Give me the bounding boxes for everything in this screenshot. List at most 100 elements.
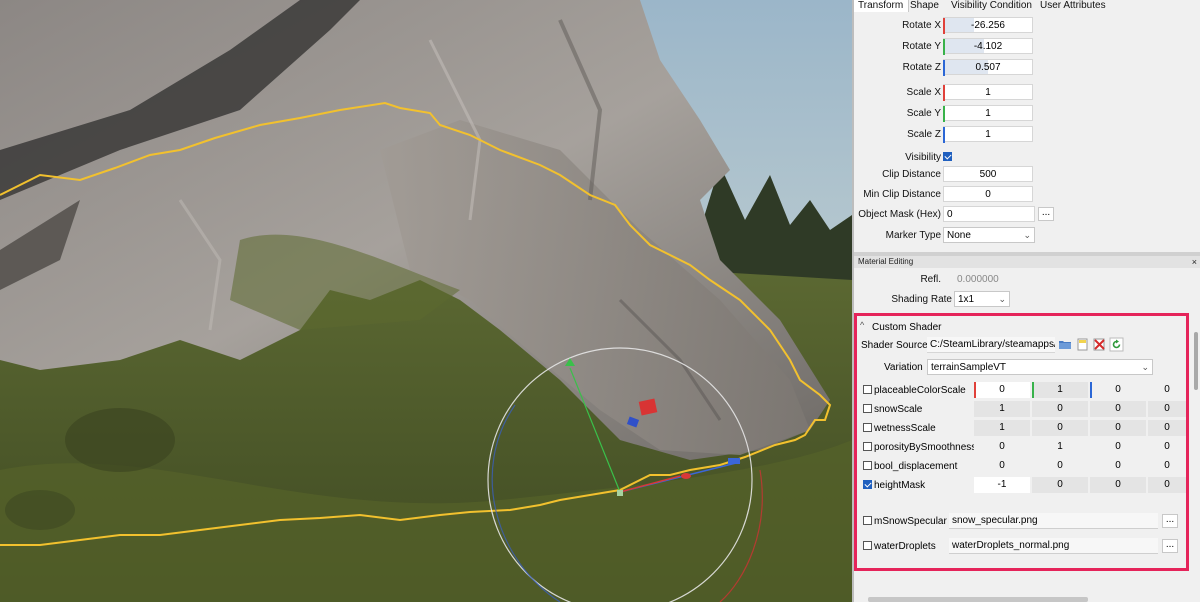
- object-mask-label: Object Mask (Hex): [858, 209, 941, 220]
- tab-visibility-condition[interactable]: Visibility Condition: [951, 0, 1032, 12]
- material-scrollbar[interactable]: [1193, 332, 1200, 602]
- shader-source-field[interactable]: C:/SteamLibrary/steamapps/comm: [927, 337, 1055, 353]
- param-value-z[interactable]: 0: [1090, 420, 1146, 436]
- param-value-y[interactable]: 0: [1032, 458, 1088, 474]
- scale-z-row: Scale Z 1: [854, 126, 1200, 144]
- param-value-z[interactable]: 0: [1090, 458, 1146, 474]
- min-clip-distance-label: Min Clip Distance: [863, 189, 941, 200]
- tab-transform[interactable]: Transform: [854, 0, 909, 12]
- param-value-text: 0: [1164, 441, 1170, 452]
- param-name: wetnessScale: [874, 423, 936, 434]
- param-value-y[interactable]: 1: [1032, 439, 1088, 455]
- param-value-z[interactable]: 0: [1090, 439, 1146, 455]
- texture-file-field[interactable]: snow_specular.png: [949, 513, 1158, 529]
- tab-user-attributes[interactable]: User Attributes: [1040, 0, 1106, 12]
- param-value-x[interactable]: 1: [974, 401, 1030, 417]
- object-mask-browse-button[interactable]: ...: [1038, 207, 1054, 221]
- texture-checkbox[interactable]: [863, 516, 872, 525]
- param-value-z[interactable]: 0: [1090, 401, 1146, 417]
- axis-z-marker: [943, 60, 945, 76]
- marker-type-value: None: [947, 230, 971, 241]
- param-value-z[interactable]: 0: [1090, 382, 1146, 398]
- param-value-text: 0: [1164, 384, 1170, 395]
- param-checkbox[interactable]: [863, 385, 872, 394]
- custom-shader-section: ^ Custom Shader Shader Source C:/SteamLi…: [854, 313, 1189, 571]
- tab-shape[interactable]: Shape: [910, 0, 939, 12]
- refresh-icon[interactable]: [1109, 337, 1124, 352]
- chevron-down-icon: ⌄: [1023, 230, 1031, 240]
- param-checkbox[interactable]: [863, 461, 872, 470]
- clip-distance-field[interactable]: 500: [943, 166, 1033, 182]
- marker-type-dropdown[interactable]: None ⌄: [943, 227, 1035, 243]
- scale-z-field[interactable]: 1: [943, 126, 1033, 143]
- refl-row: Refl. 0.000000: [854, 271, 1200, 289]
- param-value-y[interactable]: 1: [1032, 382, 1088, 398]
- param-value-text: 0: [1164, 403, 1170, 414]
- param-value-w[interactable]: 0: [1148, 401, 1186, 417]
- folder-icon[interactable]: [1058, 337, 1073, 352]
- texture-row-waterDroplets: waterDroplets waterDroplets_normal.png .…: [857, 538, 1187, 554]
- param-row-bool-displacement: bool_displacement 0 0 0 0: [857, 458, 1187, 474]
- scale-y-value: 1: [985, 108, 991, 119]
- param-value-x[interactable]: 1: [974, 420, 1030, 436]
- rotate-y-field[interactable]: -4.102: [943, 38, 1033, 55]
- param-checkbox[interactable]: [863, 480, 872, 489]
- rotate-y-row: Rotate Y -4.102: [854, 38, 1200, 56]
- scale-y-label: Scale Y: [906, 108, 941, 119]
- shading-rate-value: 1x1: [958, 294, 975, 305]
- param-value-text: -1: [997, 479, 1007, 490]
- texture-checkbox[interactable]: [863, 541, 872, 550]
- texture-file-field[interactable]: waterDroplets_normal.png: [949, 538, 1158, 554]
- param-value-y[interactable]: 0: [1032, 420, 1088, 436]
- param-value-text: 1: [999, 403, 1005, 414]
- param-row-heightMask: heightMask -1 0 0 0: [857, 477, 1187, 493]
- texture-browse-button[interactable]: ...: [1162, 514, 1178, 528]
- param-value-text: 0: [1115, 384, 1121, 395]
- param-value-w[interactable]: 0: [1148, 458, 1186, 474]
- min-clip-distance-field[interactable]: 0: [943, 186, 1033, 202]
- custom-shader-title: Custom Shader: [872, 322, 942, 333]
- rotate-x-field[interactable]: -26.256: [943, 17, 1033, 34]
- param-name: placeableColorScale: [874, 385, 966, 396]
- scale-x-row: Scale X 1: [854, 84, 1200, 102]
- param-name: snowScale: [874, 404, 923, 415]
- axis-x-marker: [943, 18, 945, 34]
- param-value-x[interactable]: -1: [974, 477, 1030, 493]
- variation-dropdown[interactable]: terrainSampleVT ⌄: [927, 359, 1153, 375]
- param-value-y[interactable]: 0: [1032, 477, 1088, 493]
- param-value-w[interactable]: 0: [1148, 439, 1186, 455]
- new-file-icon[interactable]: [1075, 337, 1090, 352]
- delete-icon[interactable]: [1092, 337, 1107, 352]
- scale-x-field[interactable]: 1: [943, 84, 1033, 101]
- shading-rate-label: Shading Rate: [891, 294, 952, 305]
- param-value-w[interactable]: 0: [1148, 420, 1186, 436]
- param-value-x[interactable]: 0: [974, 439, 1030, 455]
- custom-shader-header[interactable]: ^ Custom Shader: [860, 319, 1180, 335]
- object-mask-field[interactable]: 0: [943, 206, 1035, 222]
- param-value-z[interactable]: 0: [1090, 477, 1146, 493]
- rotate-z-field[interactable]: 0.507: [943, 59, 1033, 76]
- axis-y-marker: [943, 39, 945, 55]
- visibility-checkbox[interactable]: [943, 152, 952, 161]
- close-icon[interactable]: ×: [1192, 256, 1197, 268]
- param-value-x[interactable]: 0: [974, 458, 1030, 474]
- param-checkbox[interactable]: [863, 442, 872, 451]
- param-value-w[interactable]: 0: [1148, 477, 1186, 493]
- 3d-viewport[interactable]: [0, 0, 852, 602]
- scrollbar-thumb[interactable]: [1194, 332, 1198, 390]
- param-value-w[interactable]: 0: [1148, 382, 1186, 398]
- param-row-placeableColorScale: placeableColorScale 0 1 0 0: [857, 382, 1187, 398]
- texture-browse-button[interactable]: ...: [1162, 539, 1178, 553]
- scale-x-value: 1: [985, 87, 991, 98]
- shading-rate-dropdown[interactable]: 1x1 ⌄: [954, 291, 1010, 307]
- refl-label: Refl.: [920, 274, 941, 285]
- param-value-x[interactable]: 0: [974, 382, 1030, 398]
- axis-x-marker: [943, 85, 945, 101]
- param-value-y[interactable]: 0: [1032, 401, 1088, 417]
- scale-y-field[interactable]: 1: [943, 105, 1033, 122]
- collapse-icon[interactable]: ^: [860, 320, 864, 330]
- horizontal-scrollbar[interactable]: [868, 597, 1088, 602]
- param-checkbox[interactable]: [863, 404, 872, 413]
- param-value-text: 0: [1115, 441, 1121, 452]
- param-checkbox[interactable]: [863, 423, 872, 432]
